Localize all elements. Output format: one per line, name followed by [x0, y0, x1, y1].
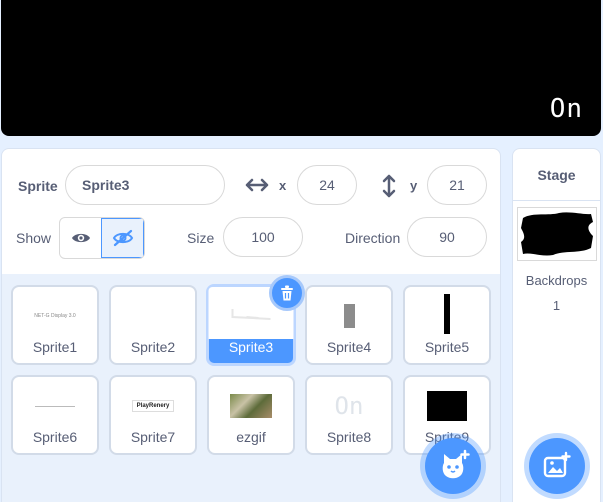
ezgif-thumb-photo	[230, 394, 272, 418]
cat-add-icon	[442, 449, 470, 479]
vertical-arrows-icon	[382, 174, 396, 198]
sprite5-thumb-shape	[444, 294, 450, 334]
stage-thumbnail	[517, 207, 597, 261]
sprite-thumbnail	[319, 297, 379, 335]
sprite-thumbnail	[417, 293, 477, 335]
sprite-name: Sprite8	[326, 429, 372, 445]
x-input[interactable]: 24	[297, 165, 357, 205]
choose-backdrop-button[interactable]	[529, 438, 585, 494]
sprite-tile-ezgif[interactable]: ezgif	[207, 375, 295, 455]
sprite-thumb-text: PlayRenery	[131, 400, 175, 412]
sprite6-thumb-shape	[35, 405, 75, 407]
sprite-name: Sprite4	[326, 339, 372, 355]
show-hidden-button[interactable]	[101, 218, 144, 258]
y-input[interactable]: 21	[427, 165, 487, 205]
sprite-thumbnail: On	[319, 387, 379, 425]
eye-hidden-icon	[112, 229, 133, 247]
show-label: Show	[16, 230, 52, 246]
sprite-thumbnail	[123, 297, 183, 335]
sprite-name: Sprite1	[32, 339, 78, 355]
sprite-tile-sprite2[interactable]: Sprite2	[109, 285, 197, 365]
sprite-name: ezgif	[236, 429, 266, 445]
stage-panel-title: Stage	[513, 149, 600, 201]
sprite4-thumb-shape	[343, 304, 355, 328]
show-visible-button[interactable]	[60, 218, 101, 258]
sprite-thumbnail	[417, 387, 477, 425]
sprite-tile-sprite4[interactable]: Sprite4	[305, 285, 393, 365]
sprite-thumb-text: NET-G Display 3.0	[34, 313, 76, 319]
sprite3-thumb-drawing	[231, 309, 271, 320]
sprite-thumbnail: NET-G Display 3.0	[25, 297, 85, 335]
stage-display-text: On	[549, 94, 583, 124]
delete-sprite-button[interactable]	[269, 275, 305, 311]
choose-sprite-button[interactable]	[425, 438, 481, 494]
sprite-thumb-text: On	[334, 392, 364, 420]
sprite9-thumb-shape	[427, 391, 467, 421]
backdrops-label: Backdrops	[525, 273, 588, 288]
image-add-icon	[543, 451, 571, 478]
sprite-name: Sprite2	[130, 339, 176, 355]
sprite-tile-sprite7[interactable]: PlayRenery Sprite7	[109, 375, 197, 455]
backdrops-count: 1	[552, 298, 561, 313]
trash-icon	[281, 285, 293, 301]
sprite-name: Sprite3	[228, 339, 274, 355]
horizontal-arrows-icon	[245, 178, 269, 192]
stage-thumb-drawing	[521, 212, 593, 256]
show-toggle-group	[59, 217, 145, 259]
sprite-name-input[interactable]: Sprite3	[65, 165, 225, 205]
sprite-tile-sprite8[interactable]: On Sprite8	[305, 375, 393, 455]
sprite-name: Sprite7	[130, 429, 176, 445]
sprite-info-panel: Sprite Sprite3 x 24 y 21 Show Size 100 D…	[1, 148, 501, 274]
sprite-name-label: Sprite	[18, 178, 58, 194]
sprite-thumbnail	[221, 387, 281, 425]
stage-canvas[interactable]: On	[1, 0, 601, 136]
sprite-tile-sprite6[interactable]: Sprite6	[11, 375, 99, 455]
direction-label: Direction	[345, 230, 401, 246]
y-label: y	[410, 178, 418, 193]
eye-icon	[71, 233, 90, 243]
direction-input[interactable]: 90	[407, 217, 487, 257]
size-input[interactable]: 100	[223, 217, 303, 257]
sprite-name: Sprite5	[424, 339, 470, 355]
sprite-name: Sprite6	[32, 429, 78, 445]
sprite-tile-sprite5[interactable]: Sprite5	[403, 285, 491, 365]
sprite-tile-sprite1[interactable]: NET-G Display 3.0 Sprite1	[11, 285, 99, 365]
sprite-thumbnail	[25, 387, 85, 425]
sprite-thumbnail: PlayRenery	[123, 387, 183, 425]
size-label: Size	[187, 230, 215, 246]
x-label: x	[279, 178, 287, 193]
